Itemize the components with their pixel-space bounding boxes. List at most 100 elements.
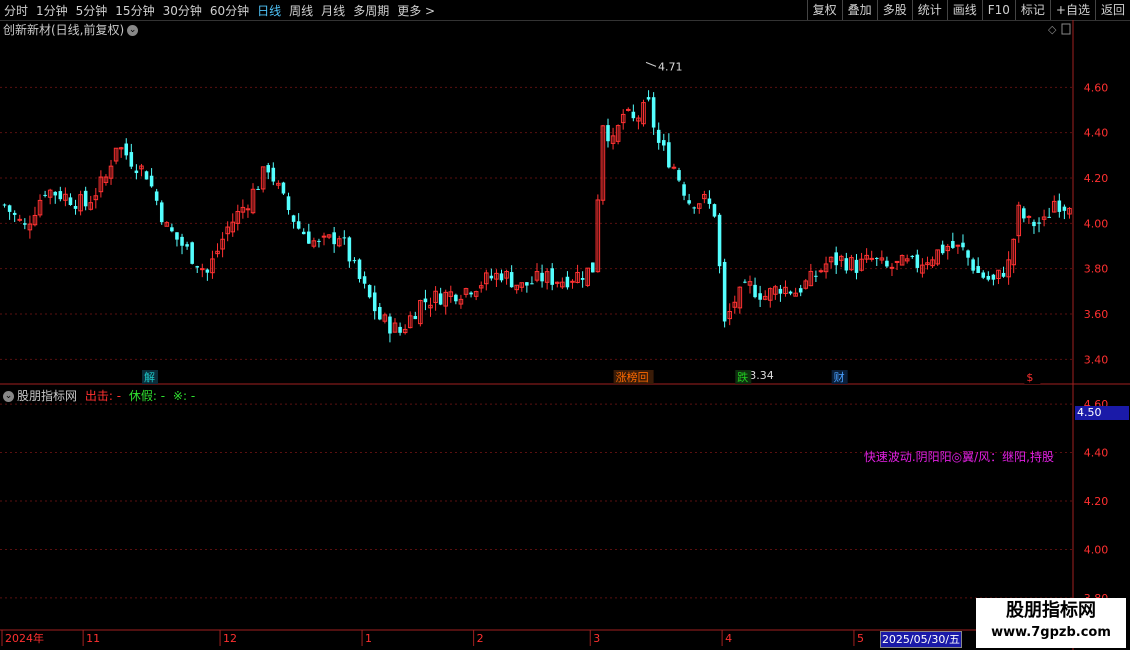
candle-body	[423, 298, 428, 303]
tool-button-6[interactable]: 标记	[1014, 0, 1050, 20]
candle-body	[753, 284, 757, 298]
candle-body	[362, 276, 367, 284]
tool-button-1[interactable]: 叠加	[841, 0, 877, 20]
period-tab-8[interactable]: 月线	[321, 2, 345, 19]
candle-body	[1022, 208, 1026, 219]
diamond-icon: ◇	[1048, 23, 1057, 36]
candle-body	[1057, 200, 1062, 212]
candle-body	[372, 292, 377, 312]
period-tab-3[interactable]: 15分钟	[115, 2, 154, 19]
period-tab-2[interactable]: 5分钟	[76, 2, 108, 19]
candle-body	[671, 166, 677, 169]
candle-body	[154, 191, 159, 201]
candle-body	[814, 275, 818, 277]
y-tick-label: 4.40	[1084, 127, 1109, 140]
x-axis-label: 5	[857, 632, 864, 645]
candle-body	[834, 252, 838, 266]
candle-body	[656, 129, 661, 143]
candle-body	[758, 293, 762, 300]
period-tab-6[interactable]: 日线	[257, 2, 281, 19]
tool-button-5[interactable]: F10	[981, 0, 1015, 20]
low-price-label: 3.34	[749, 369, 774, 382]
tool-button-4[interactable]: 画线	[946, 0, 982, 20]
tool-button-3[interactable]: 统计	[911, 0, 947, 20]
price-badge: 4.50	[1075, 406, 1129, 420]
candle-body	[712, 204, 717, 217]
candle-body	[961, 242, 965, 248]
stock-title: 创新新材(日线,前复权)	[3, 23, 125, 37]
chevron-down-icon[interactable]: ⌄	[3, 391, 14, 402]
tool-button-8[interactable]: 返回	[1094, 0, 1130, 20]
period-tab-4[interactable]: 30分钟	[163, 2, 202, 19]
candle-body	[1062, 206, 1067, 211]
candle-body	[68, 197, 73, 206]
y-tick-label: 3.80	[1084, 263, 1109, 276]
candle-body	[626, 108, 631, 111]
candle-body	[489, 275, 494, 279]
candle-body	[976, 266, 980, 273]
period-tab-7[interactable]: 周线	[289, 2, 313, 19]
y-tick-label: 4.00	[1084, 217, 1109, 230]
candle-body	[1032, 221, 1036, 227]
candle-body	[317, 240, 321, 242]
candle-body	[667, 142, 671, 168]
candle-body	[347, 237, 352, 262]
event-marker: 解	[144, 370, 155, 384]
period-tab-10[interactable]: 更多 >	[397, 2, 435, 19]
indicator-label-3: ※: -	[172, 389, 196, 403]
event-marker: $	[1026, 371, 1033, 384]
high-pointer	[645, 61, 657, 67]
candle-body	[550, 268, 554, 285]
candle-body	[245, 208, 251, 211]
candle-body	[23, 223, 27, 225]
candle-body	[266, 165, 271, 173]
main-chart-title: 创新新材(日线,前复权) ⌄	[3, 21, 139, 38]
tool-button-0[interactable]: 复权	[806, 0, 842, 20]
kline-chart[interactable]: 4.60 4.40 4.20 4.00 3.80 3.60 3.40 ◇ 4.71 3.34 解 涨榜…	[0, 20, 1130, 650]
candle-body	[717, 214, 722, 267]
x-axis-label: 4	[725, 632, 732, 645]
candle-body	[591, 262, 595, 273]
indicator-signal-text: 快速波动.阴阳阳◎翼/风：继阳,持股	[864, 449, 1054, 464]
indicator-name: 股朋指标网	[17, 389, 78, 403]
candle-body	[525, 282, 529, 286]
candle-body	[778, 288, 783, 294]
candle-body	[509, 272, 514, 288]
candle-body	[378, 306, 382, 320]
candle-body	[1026, 215, 1032, 218]
candle-body	[951, 241, 955, 248]
tool-button-7[interactable]: +自选	[1049, 0, 1095, 20]
period-tab-9[interactable]: 多周期	[353, 2, 389, 19]
chevron-down-icon[interactable]: ⌄	[127, 25, 139, 36]
candle-body	[940, 244, 945, 254]
candle-body	[889, 266, 895, 269]
candle-body	[332, 232, 336, 245]
candle-body	[271, 167, 276, 182]
period-tab-0[interactable]: 分时	[4, 2, 28, 19]
candle-body	[469, 292, 473, 295]
y-tick-label: 4.20	[1084, 172, 1109, 185]
candle-body	[367, 285, 372, 298]
candle-body	[321, 235, 327, 238]
candle-body	[662, 140, 666, 146]
candle-body	[986, 275, 991, 280]
candle-body	[540, 272, 544, 282]
period-tab-5[interactable]: 60分钟	[210, 2, 249, 19]
top-toolbar: 分时 1分钟 5分钟 15分钟 30分钟 60分钟 日线 周线 月线 多周期 更多 > 复权 叠加 多股…	[0, 0, 1130, 21]
tool-button-2[interactable]: 多股	[876, 0, 912, 20]
candle-body	[707, 198, 712, 204]
candle-body	[296, 221, 301, 229]
candle-body	[570, 280, 575, 283]
y-tick-label: 4.60	[1084, 81, 1109, 94]
candle-body	[58, 191, 63, 200]
candle-body	[869, 257, 874, 260]
watermark-title: 股朋指标网	[1006, 600, 1096, 621]
sub-y-tick-label: 4.00	[1084, 543, 1109, 556]
candle-body	[352, 260, 357, 262]
period-tab-1[interactable]: 1分钟	[36, 2, 68, 19]
candle-body	[955, 244, 961, 247]
event-marker: 涨榜回	[616, 370, 649, 384]
candle-body	[129, 152, 134, 167]
candle-body	[743, 281, 747, 283]
sub-y-tick-label: 4.20	[1084, 495, 1109, 508]
